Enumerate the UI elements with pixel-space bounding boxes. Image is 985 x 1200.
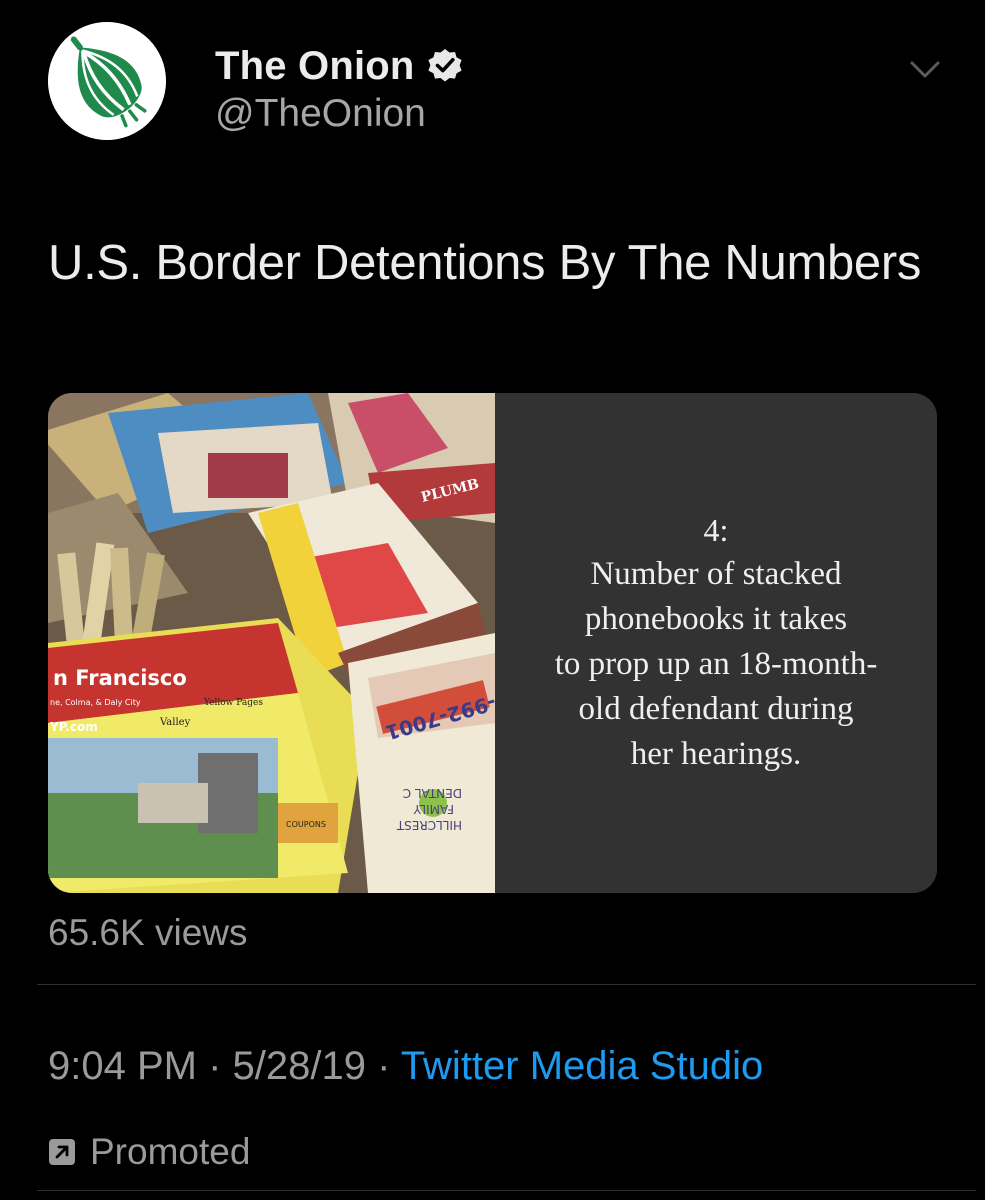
fact-line: old defendant during — [578, 691, 854, 727]
tweet-source-link[interactable]: Twitter Media Studio — [401, 1044, 763, 1088]
tweet-time[interactable]: 9:04 PM — [48, 1044, 197, 1088]
photo-label-family: FAMILY — [413, 802, 454, 816]
photo-label-valley: Valley — [159, 717, 191, 728]
fact-line: phonebooks it takes — [584, 601, 848, 637]
fact-line: Number of stacked — [590, 556, 842, 592]
avatar[interactable] — [48, 22, 166, 140]
view-count: 65.6K views — [48, 912, 248, 953]
tweet-media[interactable]: n Francisco ne, Colma, & Daly City YP.co… — [48, 393, 937, 893]
divider — [37, 1190, 976, 1191]
tweet-meta: 9:04 PM · 5/28/19 · Twitter Media Studio — [48, 1044, 763, 1089]
onion-logo-icon — [48, 22, 166, 140]
phonebooks-photo: n Francisco ne, Colma, & Daly City YP.co… — [48, 393, 495, 893]
tweet-date[interactable]: 5/28/19 — [233, 1044, 366, 1088]
meta-separator: · — [365, 1044, 401, 1088]
photo-label-francisco: n Francisco — [53, 666, 187, 690]
fact-number: 4: — [703, 512, 729, 548]
author-handle[interactable]: @TheOnion — [215, 92, 426, 136]
photo-label-yellowpages: Yellow Pages — [203, 698, 263, 708]
promoted-label[interactable]: Promoted — [48, 1130, 250, 1174]
photo-label-ypcom: YP.com — [49, 720, 98, 734]
display-name[interactable]: The Onion — [215, 44, 415, 89]
chevron-down-icon[interactable] — [905, 52, 945, 88]
fact-text: 4: Number of stacked phonebooks it takes… — [495, 508, 937, 777]
verified-badge-icon — [427, 48, 463, 84]
fact-panel: 4: Number of stacked phonebooks it takes… — [495, 393, 937, 893]
photo-label-hillcrest: HILLCREST — [396, 818, 462, 832]
promoted-text: Promoted — [90, 1131, 251, 1172]
fact-line: to prop up an 18-month- — [554, 646, 878, 682]
divider — [37, 984, 976, 985]
fact-line: her hearings. — [630, 736, 802, 772]
author-name-row[interactable]: The Onion — [215, 40, 463, 92]
photo-label-coupons: COUPONS — [286, 820, 326, 829]
promoted-arrow-icon — [48, 1138, 76, 1166]
photo-label-colma: ne, Colma, & Daly City — [50, 698, 141, 707]
tweet-text: U.S. Border Detentions By The Numbers — [48, 236, 922, 290]
photo-label-dental: DENTAL C — [403, 786, 462, 800]
meta-separator: · — [196, 1044, 233, 1088]
